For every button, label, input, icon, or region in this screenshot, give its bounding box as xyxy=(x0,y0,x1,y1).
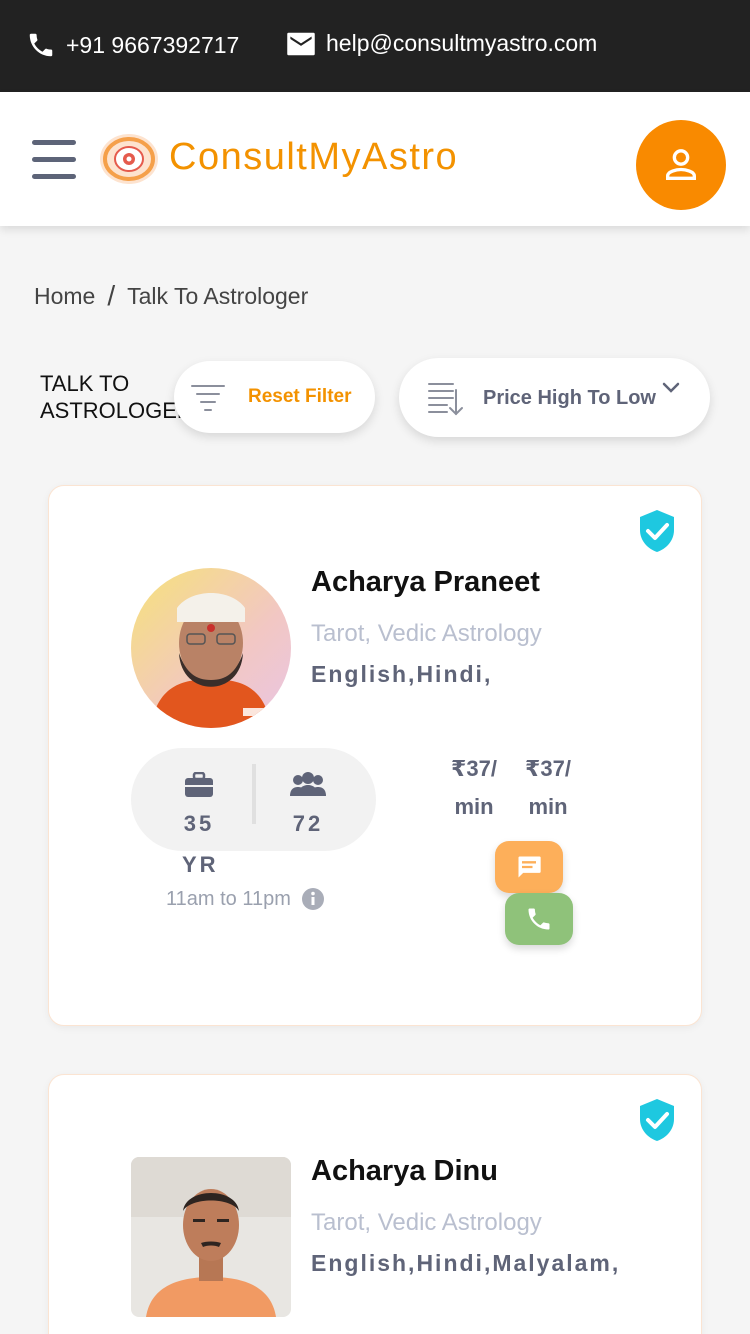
experience-stat: 35 xyxy=(159,771,239,837)
breadcrumb-current: Talk To Astrologer xyxy=(127,282,309,309)
astrologer-card[interactable]: Acharya Dinu Tarot, Vedic Astrology Engl… xyxy=(48,1074,702,1334)
contact-bar: +91 9667392717 help@consultmyastro.com xyxy=(0,0,750,92)
filter-icon xyxy=(191,385,225,411)
astrologer-stats: 35 72 xyxy=(131,748,376,851)
user-icon xyxy=(666,149,696,180)
consultations-value: 72 xyxy=(292,811,324,836)
email-link[interactable]: help@consultmyastro.com xyxy=(286,30,597,57)
reset-filter-button[interactable]: Reset Filter xyxy=(174,361,375,433)
availability: 11am to 11pm xyxy=(166,887,325,911)
reset-filter-label: Reset Filter xyxy=(248,386,352,407)
astrologer-card[interactable]: Acharya Praneet Tarot, Vedic Astrology E… xyxy=(48,485,702,1026)
consultations-stat: 72 xyxy=(268,772,348,837)
astrologer-name[interactable]: Acharya Praneet xyxy=(311,566,540,599)
email-address: help@consultmyastro.com xyxy=(326,30,598,56)
phone-icon xyxy=(29,33,53,57)
sort-select[interactable]: Price High To Low xyxy=(399,358,710,437)
breadcrumb: Home / Talk To Astrologer xyxy=(34,280,308,312)
breadcrumb-home[interactable]: Home xyxy=(34,283,95,310)
astrologer-name[interactable]: Acharya Dinu xyxy=(311,1155,498,1188)
info-icon[interactable] xyxy=(301,887,325,911)
breadcrumb-separator: / xyxy=(107,280,116,311)
experience-unit: YR xyxy=(182,852,219,877)
sort-icon xyxy=(428,383,463,416)
sort-selected-value: Price High To Low xyxy=(483,387,656,409)
phone-number: +91 9667392717 xyxy=(66,31,240,58)
chat-price: ₹37/ min xyxy=(451,756,497,819)
chevron-down-icon xyxy=(662,382,680,393)
astrologer-languages: English,Hindi,Malyalam, xyxy=(311,1250,621,1276)
verified-badge-icon xyxy=(640,1099,674,1141)
chat-button[interactable] xyxy=(495,841,563,893)
astrologer-avatar[interactable] xyxy=(131,1157,291,1317)
mail-icon xyxy=(287,32,315,55)
experience-value: 35 xyxy=(183,811,215,836)
phone-icon xyxy=(528,908,550,930)
user-account-button[interactable] xyxy=(636,120,726,210)
call-button[interactable] xyxy=(505,893,573,945)
group-icon xyxy=(290,772,326,796)
logo-icon[interactable] xyxy=(98,132,160,186)
availability-hours: 11am to 11pm xyxy=(166,887,291,910)
site-header: ConsultMyAstro xyxy=(0,92,750,226)
astrologer-languages: English,Hindi, xyxy=(311,661,493,687)
verified-badge-icon xyxy=(640,510,674,552)
astrologer-avatar[interactable] xyxy=(131,568,291,728)
menu-icon[interactable] xyxy=(32,140,76,179)
stats-divider xyxy=(252,764,256,824)
chat-icon xyxy=(518,856,541,878)
brand-name[interactable]: ConsultMyAstro xyxy=(169,136,458,179)
call-price: ₹37/ min xyxy=(525,756,571,819)
astrologer-skills: Tarot, Vedic Astrology xyxy=(311,1209,542,1236)
section-title: TALK TO ASTROLOGER xyxy=(40,371,185,423)
phone-link[interactable]: +91 9667392717 xyxy=(26,30,239,60)
astrologer-skills: Tarot, Vedic Astrology xyxy=(311,620,542,647)
briefcase-icon xyxy=(185,771,213,797)
